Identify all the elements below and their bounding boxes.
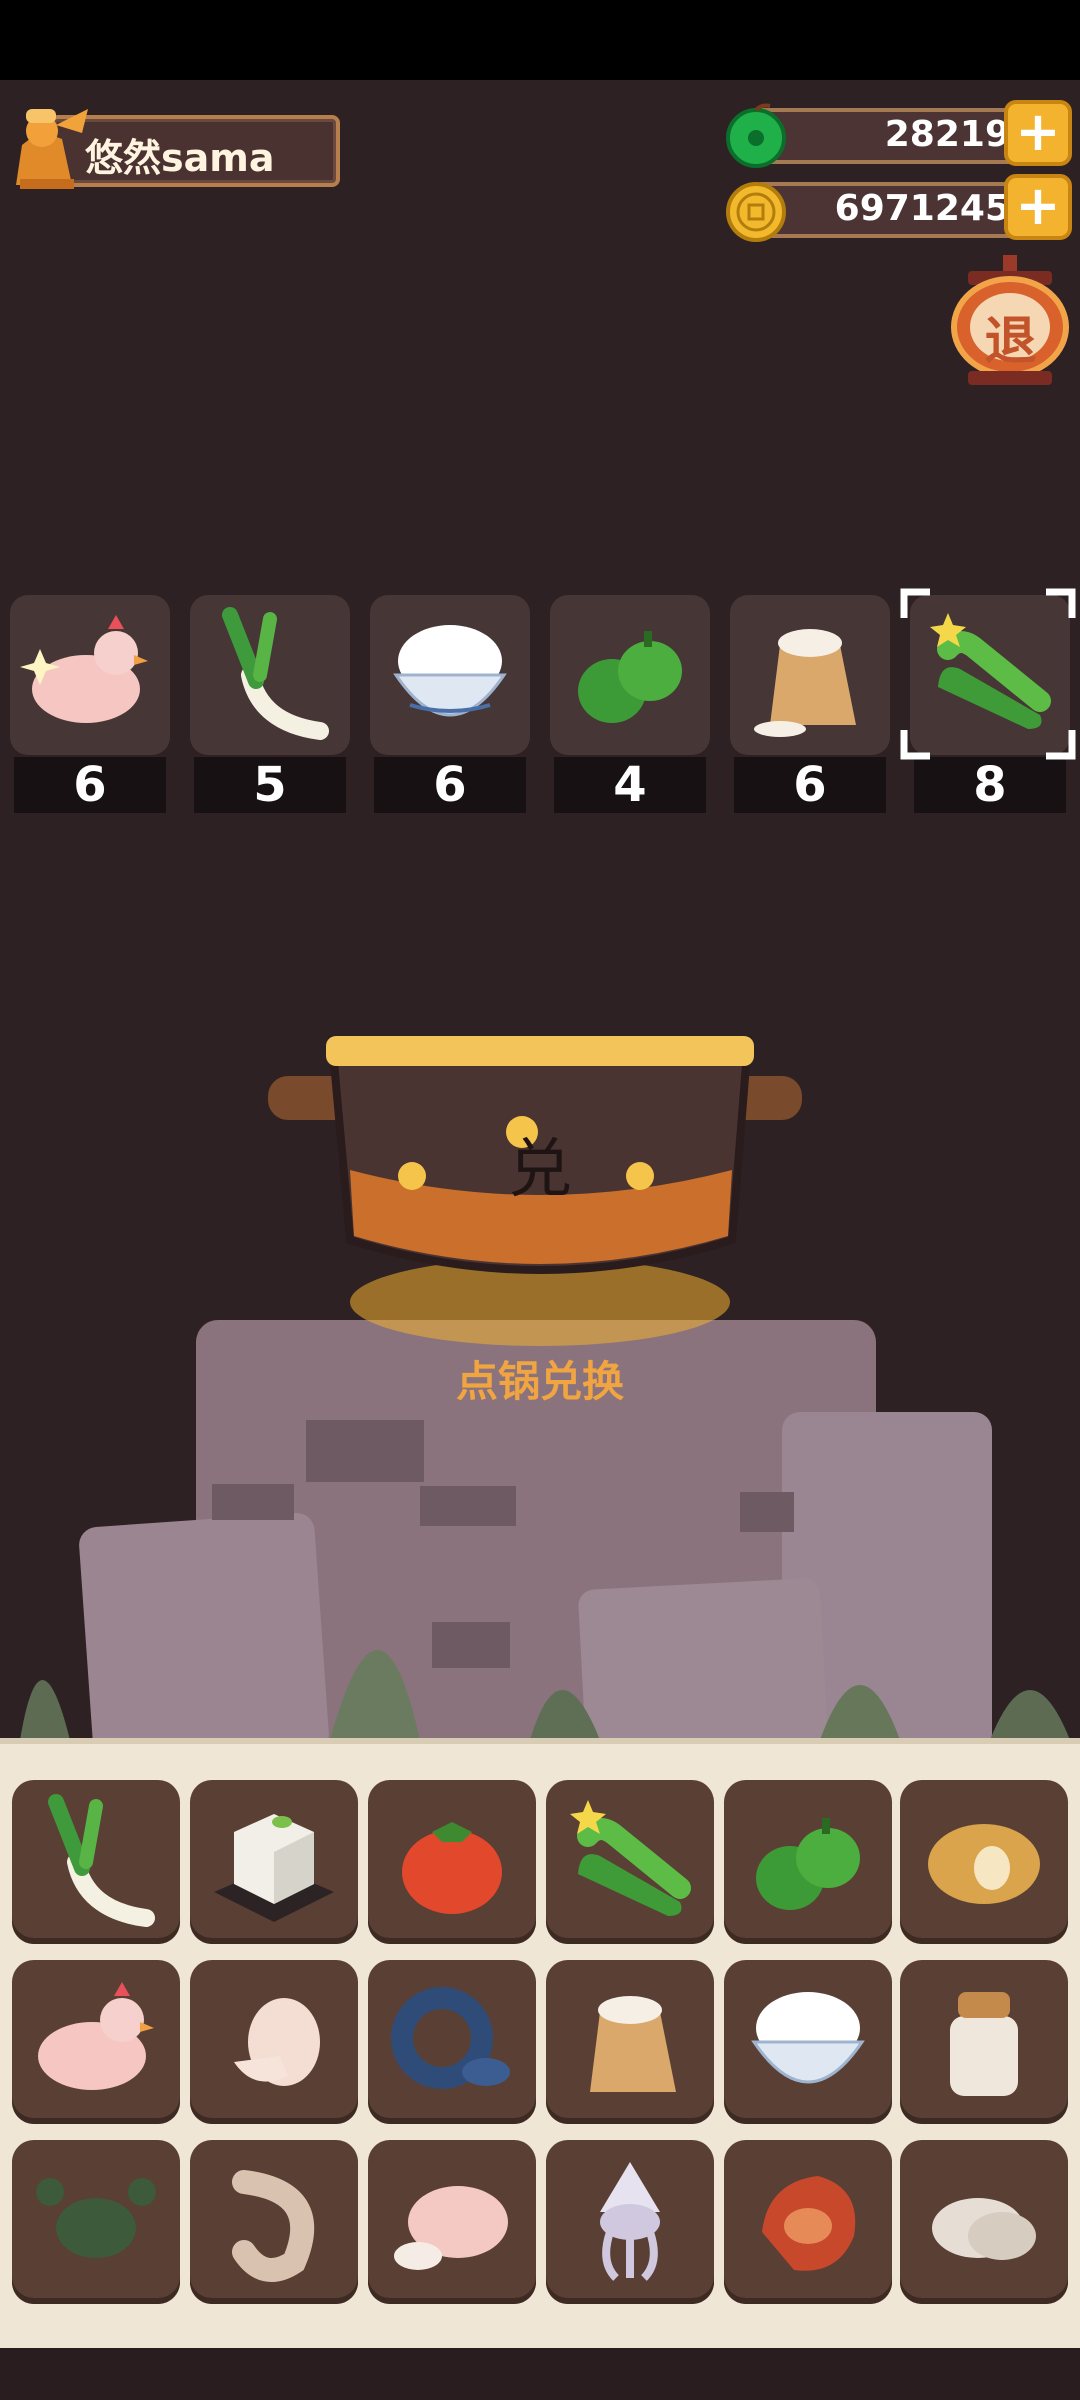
inventory-item-sauce-jar[interactable] [900,1960,1068,2124]
jade-currency: 28219 + [722,100,1072,170]
cucumber-icon [570,1800,691,1916]
clam-icon [932,2198,1036,2260]
chicken-icon [38,1982,154,2090]
chicken-icon [20,615,148,723]
inventory-item-cucumber[interactable] [546,1780,714,1944]
recipe-count: 8 [914,757,1066,813]
rice-bowl-icon [393,625,507,717]
flour-sack-icon [590,1996,676,2092]
duck-icon [394,2186,508,2270]
status-bar [0,0,1080,80]
chef-avatar-icon [16,109,88,189]
recipe-slot-chicken[interactable]: 6 [10,595,170,817]
crab-icon [36,2178,156,2258]
flour-sack-icon [754,629,856,737]
meat-icon [762,2176,856,2271]
recipe-count: 6 [14,757,166,813]
inventory-item-leek[interactable] [12,1780,180,1944]
jade-icon [726,103,786,168]
inventory-item-eel[interactable] [368,1960,536,2124]
recipe-count: 6 [734,757,886,813]
squid-icon [600,2162,660,2281]
recipe-slot-rice[interactable]: 6 [370,595,530,817]
inventory-item-shrimp[interactable] [190,2140,358,2304]
selection-bracket [900,588,1076,760]
exit-label: 退 [984,312,1037,372]
inventory-item-potato[interactable] [900,1780,1068,1944]
exchange-pot-button[interactable]: 点锅兑换 [0,1348,1080,1409]
sauce-jar-icon [950,1992,1018,2096]
player-name: 悠然sama [85,136,275,180]
inventory-item-tofu[interactable] [190,1780,358,1944]
green-pepper-icon [578,631,682,723]
jade-amount: 28219 [884,114,1010,155]
inventory-item-duck[interactable] [368,2140,536,2304]
recipe-count: 5 [194,757,346,813]
tofu-icon [214,1814,334,1922]
inventory-item-egg[interactable] [190,1960,358,2124]
recipe-slot-leek[interactable]: 5 [190,595,350,817]
shrimp-icon [232,2170,315,2282]
player-profile[interactable]: 悠然sama [10,105,340,193]
inventory-item-meat[interactable] [724,2140,892,2304]
green-pepper-icon [756,1818,860,1910]
egg-icon [234,1998,320,2086]
inventory-item-squid[interactable] [546,2140,714,2304]
rice-bowl-icon [751,1992,865,2084]
leek-icon [222,607,329,740]
bottom-bar [0,2348,1080,2400]
coin-icon [726,182,786,242]
add-jade-button[interactable]: + [1004,100,1072,166]
leek-icon [48,1794,155,1927]
exit-button[interactable]: 退 [948,255,1073,395]
inventory-item-rice[interactable] [724,1960,892,2124]
coin-currency: 6971245 + [722,174,1072,244]
recipe-count: 4 [554,757,706,813]
inventory-item-flour[interactable] [546,1960,714,2124]
tomato-icon [402,1822,502,1914]
add-coins-button[interactable]: + [1004,174,1072,240]
recipe-slot-flour[interactable]: 6 [730,595,890,817]
recipe-count: 6 [374,757,526,813]
pot-glyph: 兑 [508,1133,572,1207]
potato-icon [928,1824,1040,1904]
recipe-slot-green-pepper[interactable]: 4 [550,595,710,817]
inventory-item-clam[interactable] [900,2140,1068,2304]
inventory-item-crab[interactable] [12,2140,180,2304]
inventory-item-chicken[interactable] [12,1960,180,2124]
inventory-item-green-pepper[interactable] [724,1780,892,1944]
coin-amount: 6971245 [834,188,1010,229]
eel-icon [391,1987,510,2089]
inventory-item-tomato[interactable] [368,1780,536,1944]
